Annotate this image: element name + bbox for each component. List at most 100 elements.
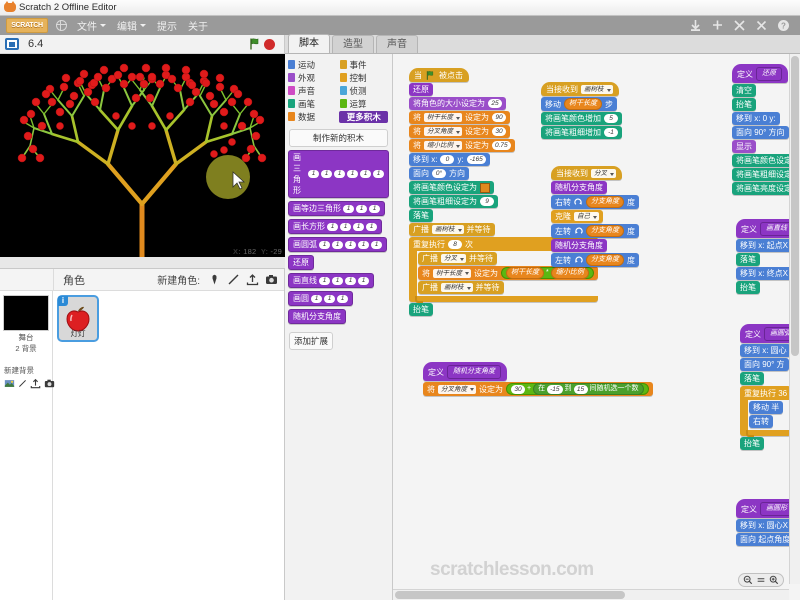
palette-block-draw-arc[interactable]: 画圆弧 11111 [288, 237, 387, 252]
palette-block-draw-triangle[interactable]: 画三角形 111111 [288, 150, 389, 198]
block-pen-up-line[interactable]: 抬笔 [736, 281, 760, 294]
block-input-pen-size[interactable]: 9 [480, 197, 494, 206]
grow-icon[interactable] [711, 19, 724, 32]
block-goto-arc-center[interactable]: 移到 x: 圆心 [740, 344, 791, 357]
script-on-draw-branch[interactable]: 当接收到 画树枝 移动 树干长度 步 将画笔颜色增加 5 将画笔粗细增加 -1 [541, 82, 622, 140]
block-pen-up-arc[interactable]: 抬笔 [740, 437, 764, 450]
block-set-branch-angle[interactable]: 将 分叉角度 设定为 30 [409, 125, 510, 138]
scrollbar-thumb[interactable] [791, 56, 799, 356]
variable-shrink-ratio[interactable]: 缩小比例 [550, 267, 589, 279]
block-repeat-arc[interactable]: 重复执行 36 移动 半 右转 [740, 386, 792, 437]
sprite-tile-dengdeng[interactable]: i 灯灯 [57, 295, 99, 342]
category-motion[interactable]: 运动 [287, 58, 339, 71]
block-point-direction-reset[interactable]: 面向 90° 方向 [732, 126, 789, 139]
project-name[interactable]: 6.4 [28, 38, 43, 50]
color-swatch[interactable] [480, 182, 490, 193]
choose-sprite-icon[interactable] [208, 273, 221, 286]
block-input-repeat-count[interactable]: 8 [448, 240, 462, 249]
block-move-steps[interactable]: 移动 树干长度 步 [541, 97, 617, 111]
tab-scripts[interactable]: 脚本 [288, 34, 330, 53]
category-operators[interactable]: 运算 [339, 97, 391, 110]
paint-backdrop-icon[interactable] [18, 378, 27, 389]
script-canvas[interactable]: scratchlesson.com 当 被点击 还原 将角色的大小设定为 25 … [393, 54, 800, 600]
fullscreen-icon[interactable] [5, 38, 19, 50]
block-set-pen-size[interactable]: 将画笔粗细设定为 9 [409, 195, 498, 208]
block-dropdown-message[interactable]: 分叉 [441, 254, 466, 263]
palette-block-draw-equilateral-triangle[interactable]: 画等边三角形 111 [288, 201, 385, 216]
block-clear[interactable]: 清空 [732, 84, 756, 97]
choose-backdrop-icon[interactable] [4, 378, 15, 389]
block-pen-up-reset[interactable]: 抬笔 [732, 98, 756, 111]
block-input-size[interactable]: 25 [488, 99, 502, 108]
zoom-in-icon[interactable] [769, 575, 779, 585]
block-dropdown-message[interactable]: 画树枝 [432, 225, 464, 234]
block-dropdown-message[interactable]: 画树枝 [441, 283, 473, 292]
block-set-size-to[interactable]: 将角色的大小设定为 25 [409, 97, 506, 110]
block-broadcast-draw-branch-and-wait-2[interactable]: 广播 画树枝 并等待 [418, 281, 504, 294]
menu-file[interactable]: 文件 [77, 18, 106, 33]
category-events[interactable]: 事件 [339, 58, 391, 71]
variable-branch-angle[interactable]: 分支角度 [586, 225, 624, 237]
block-define-hat[interactable]: 定义 随机分支角度 [423, 362, 507, 381]
block-dropdown-message[interactable]: 分叉 [591, 169, 616, 178]
block-input-value[interactable]: 30 [492, 127, 506, 136]
block-set-shrink-ratio[interactable]: 将 缩小比例 设定为 0.75 [409, 139, 515, 152]
block-set-pen-size-reset[interactable]: 将画笔粗细设定 [732, 168, 796, 181]
add-extension-button[interactable]: 添加扩展 [289, 332, 334, 350]
variable-trunk-length[interactable]: 树干长度 [506, 267, 544, 279]
menu-tips[interactable]: 提示 [157, 18, 177, 33]
globe-icon[interactable] [55, 19, 67, 31]
block-turn-left-1[interactable]: 左转 分支角度 度 [551, 224, 639, 238]
block-set-trunk-length-scaled[interactable]: 将 树干长度 设定为 树干长度 * 缩小比例 [418, 266, 598, 280]
palette-block-draw-rectangle[interactable]: 画长方形 1111 [288, 219, 382, 234]
block-define-reset-hat[interactable]: 定义 还原 [732, 64, 788, 83]
paint-new-sprite-icon[interactable] [227, 273, 240, 286]
block-dropdown-variable[interactable]: 分叉角度 [438, 384, 476, 394]
block-turn-left-2[interactable]: 左转 分支角度 度 [551, 253, 639, 267]
stop-icon[interactable] [264, 38, 275, 50]
make-a-block-button[interactable]: 制作新的积木 [289, 129, 388, 147]
block-pen-down[interactable]: 落笔 [409, 209, 433, 222]
block-input-base-angle[interactable]: 30 [511, 384, 525, 394]
block-go-to-xy[interactable]: 移到 x: 0 y: -165 [409, 153, 490, 166]
block-broadcast-fork-and-wait[interactable]: 广播 分叉 并等待 [418, 252, 497, 265]
stage-thumbnail[interactable] [3, 295, 49, 331]
variable-branch-angle[interactable]: 分支角度 [586, 196, 624, 208]
block-dropdown-variable[interactable]: 缩小比例 [424, 141, 462, 150]
block-when-green-flag-clicked[interactable]: 当 被点击 [409, 68, 469, 82]
zoom-reset-icon[interactable] [756, 575, 766, 585]
block-goto-start-x[interactable]: 移到 x: 起点X [736, 239, 793, 252]
block-dropdown-message[interactable]: 画树枝 [581, 85, 613, 94]
category-sound[interactable]: 声音 [287, 84, 339, 97]
palette-block-draw-line[interactable]: 画直线 1111 [288, 273, 374, 288]
block-change-pen-size-by[interactable]: 将画笔粗细增加 -1 [541, 126, 622, 139]
category-control[interactable]: 控制 [339, 71, 391, 84]
block-random-branch-angle-2[interactable]: 随机分支角度 [551, 239, 607, 252]
script-define-random-branch-angle[interactable]: 定义 随机分支角度 将 分叉角度 设定为 30 + 在 -15 到 15 间随机… [423, 362, 653, 397]
block-input-y[interactable]: -165 [466, 155, 486, 164]
stamp-icon[interactable] [689, 19, 702, 32]
shrink-icon[interactable] [733, 19, 746, 32]
tab-costumes[interactable]: 造型 [332, 35, 374, 53]
category-sensing[interactable]: 侦测 [339, 84, 391, 97]
block-pen-down-line[interactable]: 落笔 [736, 253, 760, 266]
block-input-value[interactable]: -1 [604, 128, 618, 137]
script-horizontal-scrollbar[interactable] [393, 589, 789, 600]
category-pen[interactable]: 画笔 [287, 97, 339, 110]
menu-about[interactable]: 关于 [188, 18, 208, 33]
variable-trunk-length[interactable]: 树干长度 [564, 98, 602, 110]
block-input-value[interactable]: 0.75 [492, 141, 511, 150]
block-multiply-operator[interactable]: 树干长度 * 缩小比例 [501, 267, 594, 279]
block-add-operator[interactable]: 30 + 在 -15 到 15 间随机选一个数 [506, 383, 649, 395]
block-set-pen-shade-reset[interactable]: 将画笔亮度设定 [732, 182, 796, 195]
category-data[interactable]: 数据 [287, 110, 339, 123]
block-input-x[interactable]: 0 [440, 155, 455, 164]
palette-block-random-branch-angle[interactable]: 随机分支角度 [288, 309, 346, 324]
block-input-direction[interactable]: 0° [432, 169, 446, 178]
block-when-i-receive-fork[interactable]: 当接收到 分叉 [551, 166, 622, 180]
block-dropdown-clone-target[interactable]: 自己 [574, 212, 599, 221]
block-change-pen-color-by[interactable]: 将画笔颜色增加 5 [541, 112, 622, 125]
block-when-i-receive-draw-branch[interactable]: 当接收到 画树枝 [541, 82, 619, 96]
upload-backdrop-icon[interactable] [30, 378, 41, 389]
block-input-random-max[interactable]: 15 [573, 384, 588, 394]
